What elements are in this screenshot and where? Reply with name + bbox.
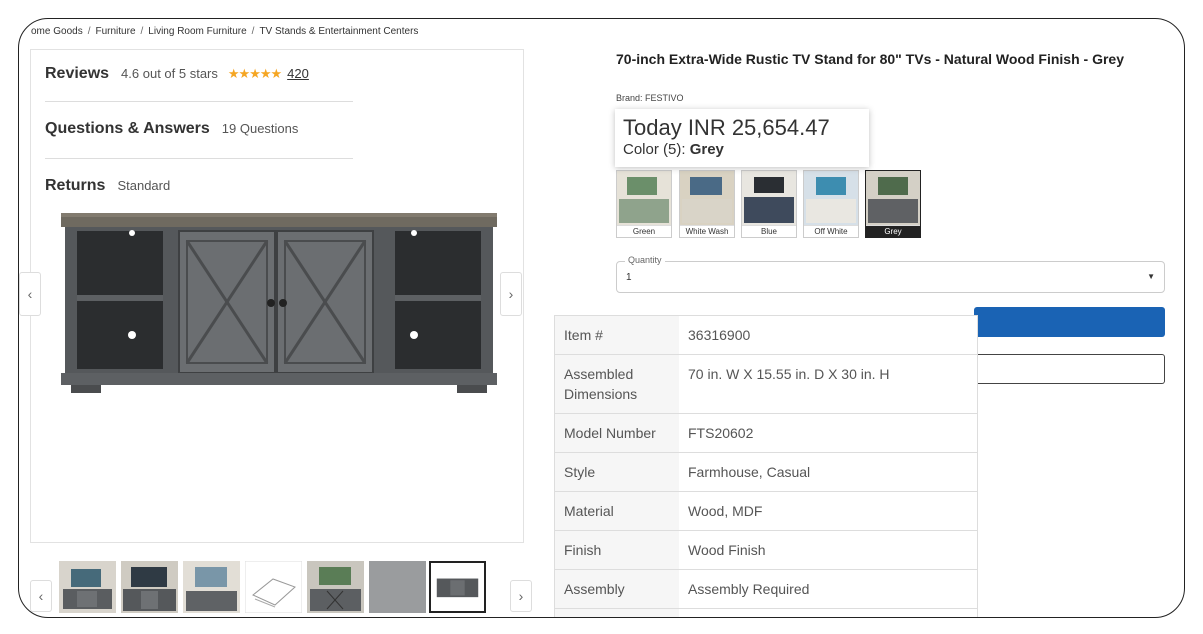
swatch-image <box>617 171 671 225</box>
specifications-table: Item # 36316900 Assembled Dimensions 70 in… <box>554 315 978 617</box>
main-image-prev-button[interactable]: ‹ <box>19 272 41 316</box>
main-image-next-button[interactable]: › <box>500 272 522 316</box>
thumbnail-prev-button[interactable]: ‹ <box>30 580 52 612</box>
breadcrumb-separator: / <box>87 26 91 37</box>
review-count-link[interactable]: 420 <box>287 66 309 81</box>
spec-value: Farmhouse, Casual <box>688 464 811 480</box>
table-row: Model Number FTS20602 <box>555 414 977 453</box>
breadcrumb-home-goods[interactable]: ome Goods <box>31 26 83 37</box>
thumbnail-image[interactable] <box>245 561 302 613</box>
breadcrumb-tv-stands[interactable]: TV Stands & Entertainment Centers <box>259 26 418 37</box>
chevron-down-icon: ▼ <box>1147 272 1155 281</box>
spec-key <box>555 609 679 617</box>
breadcrumb: ome Goods / Furniture / Living Room Furnitur… <box>31 26 418 37</box>
table-row <box>555 609 977 617</box>
table-row: Style Farmhouse, Casual <box>555 453 977 492</box>
secondary-action-button[interactable] <box>974 354 1165 384</box>
spec-value: 36316900 <box>688 327 751 343</box>
swatch-label: Grey <box>866 225 920 237</box>
table-row: Assembly Assembly Required <box>555 570 977 609</box>
selected-color: Color (5): Grey <box>623 141 861 158</box>
spec-value: Wood, MDF <box>688 503 763 519</box>
thumbnail-strip: ‹ › <box>30 559 532 614</box>
swatch-label: Green <box>617 225 671 237</box>
color-value: Grey <box>689 141 724 158</box>
divider <box>45 101 353 102</box>
product-media-panel: Reviews 4.6 out of 5 stars ★★★★★ 420 Que… <box>30 49 524 543</box>
swatch-label: Off White <box>804 225 858 237</box>
spec-value: Assembly Required <box>688 581 810 597</box>
qa-row[interactable]: Questions & Answers 19 Questions <box>45 120 353 138</box>
spec-key: Style <box>555 453 679 491</box>
star-rating-icon: ★★★★★ <box>227 66 282 81</box>
swatch-image <box>804 171 858 225</box>
thumbnail-image[interactable] <box>121 561 178 613</box>
spec-value: 70 in. W X 15.55 in. D X 30 in. H <box>688 366 890 382</box>
swatch-label: White Wash <box>680 225 734 237</box>
table-row: Assembled Dimensions 70 in. W X 15.55 in.… <box>555 355 977 414</box>
breadcrumb-living-room-furniture[interactable]: Living Room Furniture <box>148 26 246 37</box>
spec-value: FTS20602 <box>688 425 754 441</box>
page-frame: ome Goods / Furniture / Living Room Furnitur… <box>18 18 1185 618</box>
returns-value: Standard <box>117 178 171 193</box>
swatch-label: Blue <box>742 225 796 237</box>
table-row: Material Wood, MDF <box>555 492 977 531</box>
color-swatch-off-white[interactable]: Off White <box>803 170 859 238</box>
color-swatch-green[interactable]: Green <box>616 170 672 238</box>
thumbnail-image[interactable] <box>183 561 240 613</box>
reviews-row[interactable]: Reviews 4.6 out of 5 stars ★★★★★ 420 <box>45 65 353 83</box>
breadcrumb-separator: / <box>140 26 144 37</box>
spec-value <box>679 609 977 617</box>
rating-text: 4.6 out of 5 stars <box>121 66 218 81</box>
thumbnail-next-button[interactable]: › <box>510 580 532 612</box>
spec-key: Finish <box>555 531 679 569</box>
product-price: Today INR 25,654.47 <box>623 115 830 140</box>
thumbnail-image[interactable] <box>59 561 116 613</box>
breadcrumb-furniture[interactable]: Furniture <box>95 26 135 37</box>
spec-key: Material <box>555 492 679 530</box>
divider <box>45 158 353 159</box>
table-row: Item # 36316900 <box>555 316 977 355</box>
quantity-select[interactable]: Quantity 1 ▼ <box>616 255 1165 293</box>
reviews-heading: Reviews <box>45 65 110 82</box>
returns-heading: Returns <box>45 177 106 194</box>
thumbnail-image[interactable] <box>369 561 426 613</box>
swatch-image <box>742 171 796 225</box>
quantity-label: Quantity <box>625 255 665 265</box>
color-swatch-white-wash[interactable]: White Wash <box>679 170 735 238</box>
color-swatch-grey[interactable]: Grey <box>865 170 921 238</box>
qa-heading: Questions & Answers <box>45 120 210 137</box>
table-row: Finish Wood Finish <box>555 531 977 570</box>
qa-count: 19 Questions <box>221 121 299 136</box>
product-brand: Brand: FESTIVO <box>616 93 684 103</box>
quantity-value: 1 <box>626 272 632 283</box>
color-swatch-blue[interactable]: Blue <box>741 170 797 238</box>
spec-key: Assembly <box>555 570 679 608</box>
spec-value: Wood Finish <box>688 542 766 558</box>
thumbnail-image-selected[interactable] <box>429 561 486 613</box>
product-main-image <box>61 213 497 393</box>
spec-key: Assembled Dimensions <box>555 355 679 413</box>
breadcrumb-separator: / <box>251 26 255 37</box>
swatch-image <box>866 171 920 225</box>
color-label: Color (5): <box>623 141 690 158</box>
spec-key: Item # <box>555 316 679 354</box>
product-title: 70-inch Extra-Wide Rustic TV Stand for 8… <box>616 51 1124 67</box>
thumbnail-image[interactable] <box>307 561 364 613</box>
add-to-cart-button[interactable] <box>974 307 1165 337</box>
spec-key: Model Number <box>555 414 679 452</box>
swatch-image <box>680 171 734 225</box>
price-tooltip: Today INR 25,654.47 Color (5): Grey <box>615 109 869 167</box>
returns-row[interactable]: Returns Standard <box>45 177 353 195</box>
